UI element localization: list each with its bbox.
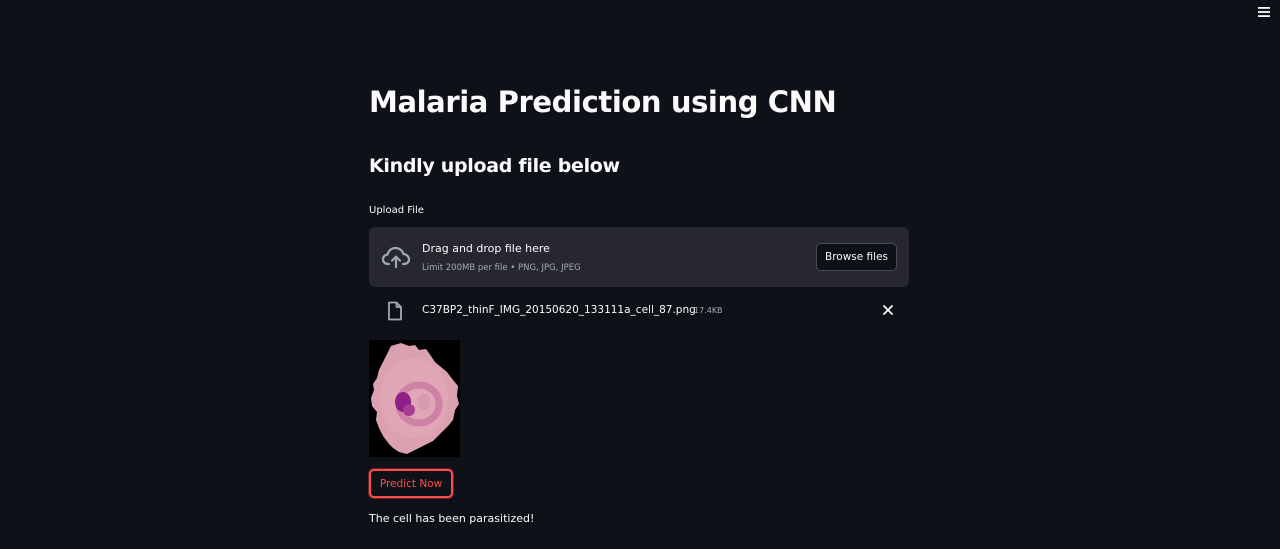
dropzone-limit-text: Limit 200MB per file • PNG, JPG, JPEG xyxy=(422,263,581,273)
uploaded-file-item: C37BP2_thinF_IMG_20150620_133111a_cell_8… xyxy=(369,298,909,322)
file-icon xyxy=(388,301,402,321)
page-subtitle: Kindly upload file below xyxy=(369,155,620,177)
file-dropzone[interactable]: Drag and drop file here Limit 200MB per … xyxy=(369,227,909,287)
uploaded-file-size: 17.4KB xyxy=(694,306,723,315)
app-root: Malaria Prediction using CNN Kindly uplo… xyxy=(0,0,1280,549)
dropzone-instructions: Drag and drop file here xyxy=(422,242,550,255)
uploaded-file-name: C37BP2_thinF_IMG_20150620_133111a_cell_8… xyxy=(422,304,696,316)
prediction-result: The cell has been parasitized! xyxy=(369,512,535,525)
page-title: Malaria Prediction using CNN xyxy=(369,85,837,119)
close-icon[interactable] xyxy=(881,303,895,317)
upload-label: Upload File xyxy=(369,205,424,216)
hamburger-menu-icon[interactable] xyxy=(1256,4,1272,20)
browse-files-button[interactable]: Browse files xyxy=(816,243,897,271)
predict-now-button[interactable]: Predict Now xyxy=(369,469,453,498)
cell-image-preview xyxy=(369,340,460,457)
cloud-upload-icon xyxy=(381,246,411,269)
